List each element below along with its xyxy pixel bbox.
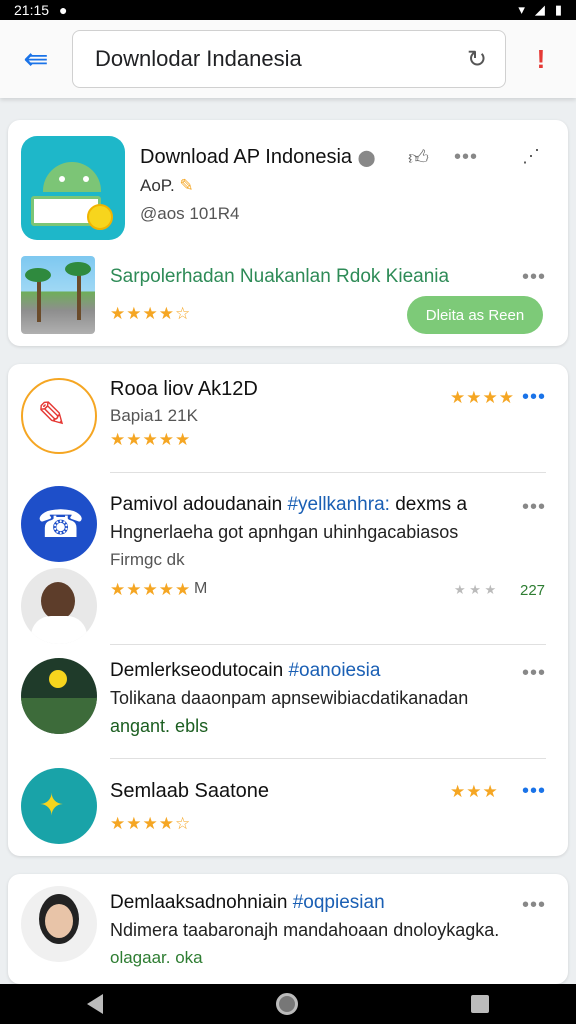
star-rating: ★★★★☆ <box>110 814 192 833</box>
list-item-desc: Ndimera taabaronajh mandahoaan dnoloykag… <box>110 920 500 940</box>
list-item-title[interactable]: Pamivol adoudanain #yellkanhra: dexms a <box>110 494 467 516</box>
right-star-rating: ★★★★ <box>450 388 515 407</box>
list-item-title[interactable]: Semlaab Saatone <box>110 780 269 803</box>
list-item-desc: Tolikana daaonpam apnsewibiacdatikanadan <box>110 688 469 708</box>
title-hashtag[interactable]: #yellkanhra: <box>287 494 389 515</box>
star-rating: ★★★★★ <box>110 430 192 449</box>
landscape-icon <box>21 698 97 734</box>
divider <box>110 644 546 645</box>
title-hashtag[interactable]: #oanoiesia <box>288 660 380 681</box>
more-options-button[interactable]: ••• <box>522 894 546 917</box>
search-query: Downlodar Indanesia <box>95 46 302 71</box>
syringe-icon: ✎ <box>37 394 68 435</box>
nav-back-icon[interactable] <box>86 994 103 1014</box>
palm-icon <box>37 276 41 322</box>
coin-icon <box>87 204 113 230</box>
chat-bubble-icon: ☎ <box>37 504 85 546</box>
app-icon-photo[interactable] <box>21 658 97 734</box>
list-item-sub: olagaar. oka <box>110 948 203 967</box>
palm-leaves-icon <box>25 268 51 282</box>
list-item-sub: Firmgc dk <box>110 550 185 569</box>
app-icon-chat[interactable]: ☎ <box>21 486 97 562</box>
avatar-face-icon <box>45 904 73 938</box>
star-rating: ★★★★★ <box>110 580 192 599</box>
list-item-sub: Bapia1 21K <box>110 406 198 425</box>
battery-icon: ▮ <box>554 2 562 17</box>
refresh-icon[interactable]: ↻ <box>467 45 487 74</box>
apps-grid-icon: ✦ <box>39 789 65 822</box>
star-rating: ★★★★☆ <box>110 304 192 323</box>
promo-text[interactable]: Sarpolerhadan Nuakanlan Rdok Kieania <box>110 266 449 288</box>
avatar[interactable] <box>21 568 97 644</box>
more-options-button[interactable]: ••• <box>522 780 546 803</box>
system-nav-bar <box>0 984 576 1024</box>
android-eye-icon <box>83 176 89 182</box>
exclamation-icon[interactable]: ! <box>506 44 576 75</box>
list-item-title[interactable]: Demlaaksadnohniain #oqpiesian <box>110 892 385 914</box>
verified-icon: ⬤ <box>357 150 376 167</box>
app-developer: AoP. ✎ <box>140 176 194 196</box>
title-hashtag[interactable]: #oqpiesian <box>293 892 385 913</box>
status-bar: 21:15 ● ▾ ◢ ▮ <box>0 0 576 20</box>
wifi-icon: ▾ <box>518 2 525 17</box>
more-options-button[interactable]: ••• <box>522 496 546 519</box>
list-item-title[interactable]: Rooa liov Ak12D <box>110 378 258 401</box>
avatar-shirt-icon <box>31 616 87 644</box>
app-meta: @aos 101R4 <box>140 204 240 223</box>
search-input[interactable]: Downlodar Indanesia ↻ <box>72 30 506 88</box>
avatar-face-icon <box>41 582 75 620</box>
title-part: Pamivol adoudanain <box>110 494 283 515</box>
results-list-card: ✎ Rooa liov Ak12D Bapia1 21K ★★★★★ ★★★ ★ … <box>8 364 568 856</box>
back-button[interactable]: ⇚ <box>0 42 72 77</box>
list-item-desc: Hngnerlaeha got apnhgan uhinhgacabiasos <box>110 522 459 542</box>
search-header: ⇚ Downlodar Indanesia ↻ ! <box>0 20 576 98</box>
nav-home-icon[interactable] <box>275 993 298 1015</box>
more-options-button[interactable]: ••• <box>522 662 546 685</box>
promo-image[interactable] <box>21 256 95 334</box>
developer-text: AoP. <box>140 176 175 195</box>
right-star-rating: ★ ★ ★ <box>454 582 497 597</box>
featured-app-card[interactable]: Download AP Indonesia ⬤ AoP. ✎ @aos 101R… <box>8 120 568 346</box>
app-title: Download AP Indonesia ⬤ <box>140 146 375 169</box>
arrow-left-icon: ⇚ <box>23 42 49 76</box>
result-card[interactable]: Demlaaksadnohniain #oqpiesian Ndimera ta… <box>8 874 568 984</box>
title-part: dexms a <box>395 494 468 515</box>
list-item-sub: angant. ebls <box>110 716 209 736</box>
android-eye-icon <box>59 176 65 182</box>
android-icon <box>43 162 101 192</box>
install-button[interactable]: Dleita as Reen <box>407 296 543 334</box>
brush-icon: ✎ <box>179 176 194 195</box>
app-icon-syringe[interactable]: ✎ <box>21 378 97 454</box>
notification-dot-icon: ● <box>59 2 68 18</box>
more-options-button[interactable]: ••• <box>522 386 546 409</box>
divider <box>110 472 546 473</box>
palm-icon <box>77 270 81 320</box>
right-star-rating: ★★★ <box>450 782 499 801</box>
signal-icon: ◢ <box>534 2 545 17</box>
avatar[interactable] <box>21 886 97 962</box>
app-icon <box>21 136 125 240</box>
app-title-text: Download AP Indonesia <box>140 146 353 168</box>
app-icon-apps[interactable]: ✦ <box>21 768 97 844</box>
nav-recents-icon[interactable] <box>471 995 490 1013</box>
title-part: Demlaaksadnohniain <box>110 892 288 913</box>
palm-leaves-icon <box>65 262 91 276</box>
divider <box>110 758 546 759</box>
promo-more-button[interactable]: ••• <box>522 266 546 289</box>
more-options-button[interactable]: ••• <box>454 146 478 169</box>
list-item-title[interactable]: Demlerkseodutocain #oanoiesia <box>110 660 380 682</box>
rating-count: 227 <box>520 582 546 599</box>
share-icon[interactable]: ⋰ <box>522 146 540 167</box>
rating-suffix: M <box>194 580 208 597</box>
status-time: 21:15 <box>14 2 50 18</box>
light-icon <box>49 670 67 688</box>
thumb-up-icon[interactable]: 👍︎ <box>408 146 429 170</box>
title-part: Demlerkseodutocain <box>110 660 284 681</box>
